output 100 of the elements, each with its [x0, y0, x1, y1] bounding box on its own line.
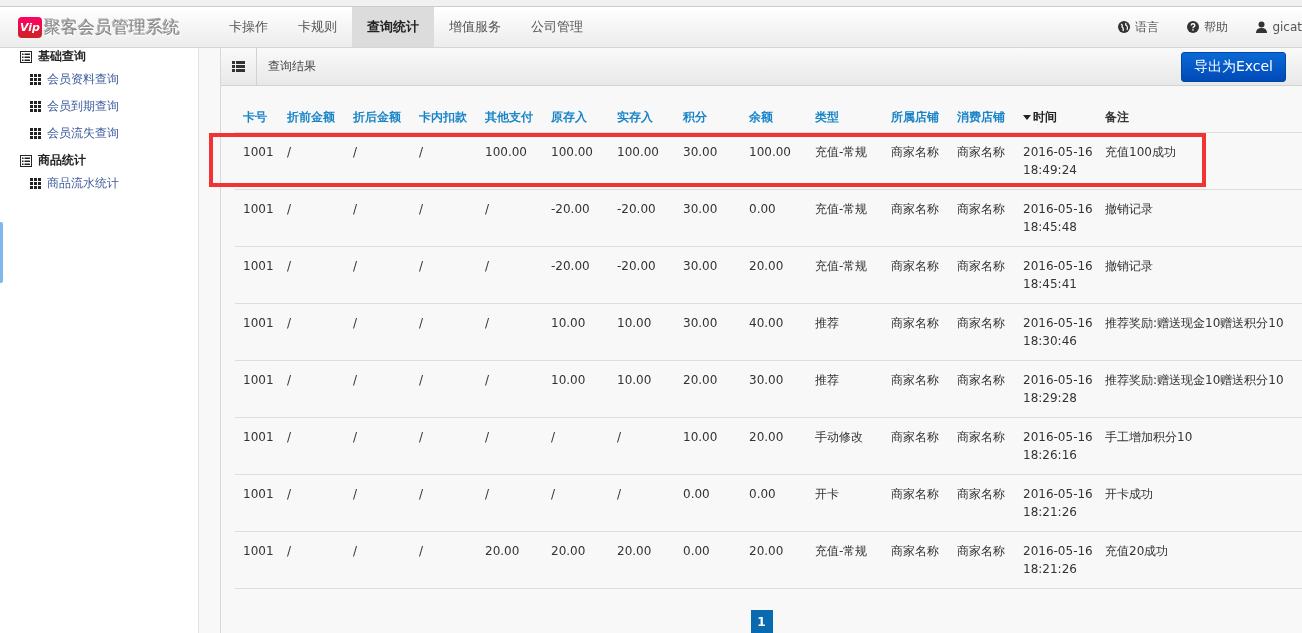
table-cell: /: [287, 145, 292, 159]
table-cell: 30.00: [683, 202, 718, 216]
table-cell: 撤销记录: [1105, 259, 1153, 273]
table-cell: 1001: [243, 430, 274, 444]
nav-tab[interactable]: 公司管理: [516, 7, 598, 47]
table-cell: /: [485, 316, 490, 330]
nav-tab[interactable]: 卡操作: [214, 7, 283, 47]
sidebar-heading: 基础查询: [0, 49, 198, 64]
nav-tab[interactable]: 卡规则: [283, 7, 352, 47]
table-cell: /: [419, 202, 424, 216]
table-cell: /: [485, 430, 490, 444]
table-cell: 10.00: [551, 316, 586, 330]
column-header[interactable]: 原存入: [551, 108, 587, 126]
table-cell: 10.00: [551, 373, 586, 387]
table-cell: 10.00: [683, 430, 718, 444]
table-cell: 2016-05-16 18:21:26: [1023, 544, 1093, 576]
table-cell: 30.00: [683, 145, 718, 159]
list-icon: [20, 154, 32, 167]
table-cell: 1001: [243, 316, 274, 330]
column-header[interactable]: 余额: [749, 108, 773, 126]
table-cell: /: [287, 430, 292, 444]
table-cell: /: [287, 544, 292, 558]
table-cell: 商家名称: [957, 145, 1005, 159]
table-cell: 商家名称: [891, 544, 939, 558]
table-cell: 20.00: [749, 544, 784, 558]
column-header[interactable]: 折后金额: [353, 108, 401, 126]
table-cell: 20.00: [485, 544, 520, 558]
nav-link[interactable]: gicat: [1256, 20, 1302, 34]
table-cell: 商家名称: [957, 373, 1005, 387]
sidebar-heading: 商品统计: [0, 153, 198, 168]
table-cell: 商家名称: [891, 373, 939, 387]
table-cell: 10.00: [617, 316, 652, 330]
table-cell: 充值-常规: [815, 145, 868, 159]
table-cell: 2016-05-16 18:29:28: [1023, 373, 1093, 405]
column-header[interactable]: 消费店铺: [957, 108, 1005, 126]
table-cell: 0.00: [749, 487, 776, 501]
table-cell: -20.00: [617, 202, 656, 216]
nav-tab[interactable]: 查询统计: [352, 7, 434, 47]
table-cell: /: [353, 202, 358, 216]
table-cell: 充值-常规: [815, 202, 868, 216]
table-cell: /: [287, 316, 292, 330]
table-cell: 推荐: [815, 316, 839, 330]
nav-link[interactable]: 语言: [1118, 18, 1160, 36]
menu-icon: [232, 61, 245, 72]
table-cell: 2016-05-16 18:45:41: [1023, 259, 1093, 291]
column-header[interactable]: 卡号: [243, 108, 267, 126]
column-header[interactable]: 其他支付: [485, 108, 533, 126]
table-cell: /: [485, 202, 490, 216]
table-cell: 商家名称: [957, 202, 1005, 216]
grid-icon: [30, 178, 41, 189]
column-header[interactable]: 所属店铺: [891, 108, 939, 126]
table-cell: 商家名称: [957, 487, 1005, 501]
sidebar-link[interactable]: 商品流水统计: [0, 176, 198, 191]
table-cell: /: [617, 487, 622, 501]
nav-tab[interactable]: 增值服务: [434, 7, 516, 47]
table-cell: 推荐奖励:赠送现金10赠送积分10: [1105, 373, 1284, 387]
table-cell: 30.00: [683, 259, 718, 273]
help-icon: [1187, 21, 1200, 33]
table-cell: 推荐: [815, 373, 839, 387]
column-header[interactable]: 卡内扣款: [419, 108, 467, 126]
table-cell: /: [419, 430, 424, 444]
table-cell: 1001: [243, 544, 274, 558]
column-header[interactable]: 时间: [1023, 108, 1057, 126]
grid-icon: [30, 101, 41, 112]
table-cell: 0.00: [683, 487, 710, 501]
table-cell: -20.00: [551, 202, 590, 216]
table-cell: 商家名称: [957, 430, 1005, 444]
nav-link[interactable]: 帮助: [1187, 18, 1229, 36]
table-cell: /: [353, 145, 358, 159]
column-header[interactable]: 积分: [683, 108, 707, 126]
table-cell: /: [419, 373, 424, 387]
logo-badge: Vip: [18, 16, 42, 38]
table-cell: /: [419, 145, 424, 159]
table-cell: /: [353, 487, 358, 501]
table-cell: 2016-05-16 18:30:46: [1023, 316, 1093, 348]
table-cell: /: [287, 487, 292, 501]
column-header: 备注: [1105, 108, 1129, 126]
app-title: 聚客会员管理系统: [43, 15, 180, 39]
table-cell: /: [287, 373, 292, 387]
table-cell: /: [419, 487, 424, 501]
sidebar-link[interactable]: 会员到期查询: [0, 99, 198, 114]
page-button[interactable]: 1: [750, 610, 773, 633]
table-cell: 1001: [243, 202, 274, 216]
table-cell: 20.00: [617, 544, 652, 558]
table-cell: /: [353, 259, 358, 273]
table-cell: 充值100成功: [1105, 145, 1176, 159]
table-cell: 商家名称: [891, 145, 939, 159]
table-cell: 开卡成功: [1105, 487, 1153, 501]
table-cell: 2016-05-16 18:26:16: [1023, 430, 1093, 462]
column-header[interactable]: 类型: [815, 108, 839, 126]
export-button[interactable]: 导出为Excel: [1180, 51, 1286, 82]
table-cell: 0.00: [749, 202, 776, 216]
column-header[interactable]: 折前金额: [287, 108, 335, 126]
column-header[interactable]: 实存入: [617, 108, 653, 126]
sidebar-link[interactable]: 会员资料查询: [0, 72, 198, 87]
table-cell: 手动修改: [815, 430, 863, 444]
table-cell: /: [617, 430, 622, 444]
table-cell: 20.00: [749, 430, 784, 444]
sidebar-link[interactable]: 会员流失查询: [0, 126, 198, 141]
table-cell: 商家名称: [891, 430, 939, 444]
